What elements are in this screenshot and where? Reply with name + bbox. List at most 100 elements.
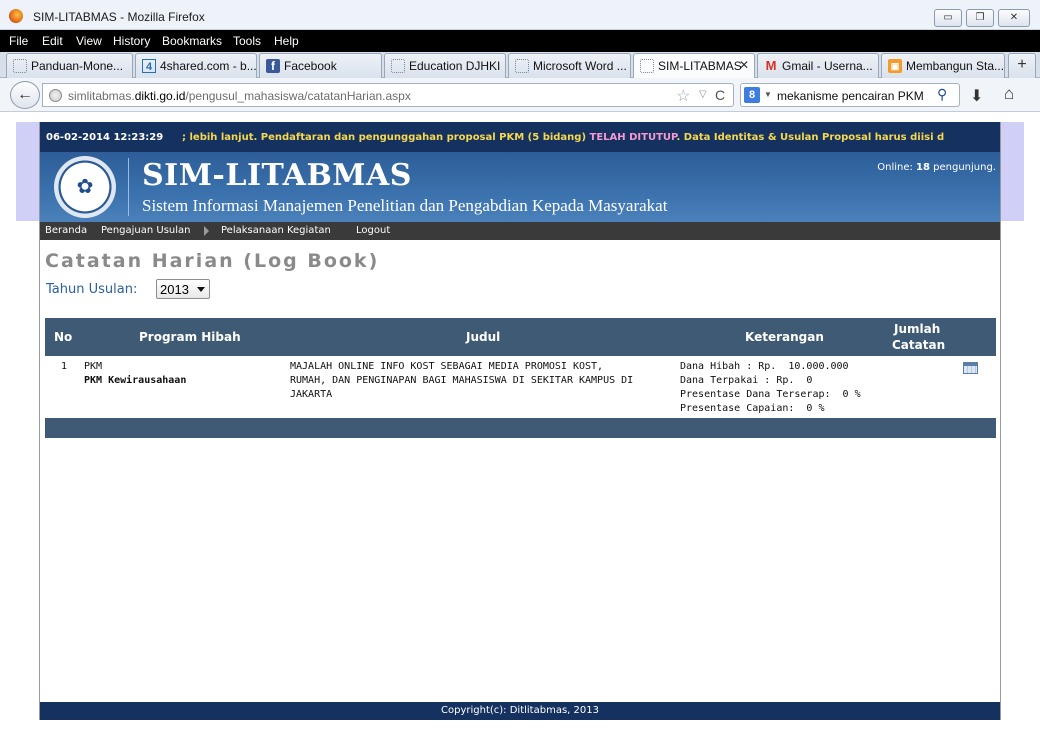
nav-pengajuan-usulan[interactable]: Pengajuan Usulan [101,225,191,236]
tab-microsoft-word[interactable]: Microsoft Word ... [508,53,631,78]
tab-label: Facebook [284,59,337,73]
menu-bookmarks[interactable]: Bookmarks [162,34,222,48]
google-icon[interactable]: 8 [744,87,760,103]
tab-label: Gmail - Userna... [782,59,873,73]
site-footer: Copyright(c): Ditlitabmas, 2013 [40,702,1000,720]
table-header: No Program Hibah Judul Keterangan Jumlah… [45,318,996,356]
facebook-icon: f [266,59,280,73]
tut-wuri-handayani-logo: ✿ [54,156,116,218]
globe-icon [49,89,62,102]
home-icon[interactable]: ⌂ [1004,84,1014,104]
tab-panduan[interactable]: Panduan-Mone... [6,53,133,78]
menu-view[interactable]: View [76,34,102,48]
back-arrow-icon: ← [17,86,33,103]
row-program: PKM [84,361,103,372]
online-counter: Online: 18 pengunjung. [877,162,996,173]
row-judul-line-2: RUMAH, DAN PENGINAPAN BAGI MAHASISWA DI … [290,375,634,386]
new-tab-button[interactable]: + [1008,53,1036,78]
row-judul-line-3: JAKARTA [290,389,333,400]
history-dropdown-icon[interactable]: ▽ [699,89,707,100]
banner-divider [128,158,129,216]
header-judul: Judul [466,330,501,344]
year-select-value: 2013 [160,282,189,297]
close-tab-icon[interactable]: ✕ [739,58,749,72]
maximize-button[interactable]: ❐ [966,9,994,27]
logo-emblem-icon: ✿ [76,176,94,198]
window-title: SIM-LITABMAS - Mozilla Firefox [33,10,205,24]
tab-gmail[interactable]: M Gmail - Userna... [757,53,879,78]
tab-4shared[interactable]: 4 4shared.com - b... [135,53,257,78]
tab-label: 4shared.com - b... [160,59,257,73]
tab-label: Membangun Sta... [906,59,1005,73]
menu-bar: File Edit View History Bookmarks Tools H… [0,30,1040,52]
page-title: Catatan Harian (Log Book) [45,250,380,272]
header-keterangan: Keterangan [745,330,824,344]
header-catatan: Catatan [892,338,946,352]
site-navigation: Beranda Pengajuan Usulan Pelaksanaan Keg… [40,222,1000,240]
close-window-button[interactable]: ✕ [998,9,1030,27]
blank-page-icon [515,59,529,73]
menu-file[interactable]: File [9,34,28,48]
plus-icon: + [1017,56,1027,73]
download-icon[interactable]: ⬇ [970,86,983,106]
menu-help[interactable]: Help [274,34,299,48]
submenu-arrow-icon [204,226,209,236]
nav-pelaksanaan-kegiatan[interactable]: Pelaksanaan Kegiatan [221,225,331,236]
header-jumlah: Jumlah [894,322,941,336]
year-label: Tahun Usulan: [46,282,138,297]
minimize-icon: ▭ [943,12,953,23]
row-dana-hibah: Dana Hibah : Rp. 10.000.000 [680,361,849,372]
search-box[interactable]: 8 ▼ mekanisme pencairan PKM ⚲ [740,83,960,107]
site-banner: ✿ SIM-LITABMAS Sistem Informasi Manajeme… [40,152,1000,222]
announcement-bar: 06-02-2014 12:23:29 ; lebih lanjut. Pend… [40,122,1000,152]
menu-history[interactable]: History [113,34,150,48]
table-footer [45,418,996,438]
chevron-down-icon [197,287,205,292]
minimize-button[interactable]: ▭ [934,9,962,27]
blank-page-icon [13,59,27,73]
nav-beranda[interactable]: Beranda [45,225,87,236]
main-content: Catatan Harian (Log Book) Tahun Usulan: … [40,240,1000,702]
year-select[interactable]: 2013 [156,279,210,299]
site-subtitle: Sistem Informasi Manajemen Penelitian da… [142,196,668,215]
tab-facebook[interactable]: f Facebook [259,53,382,78]
row-dana-terpakai: Dana Terpakai : Rp. 0 [680,375,813,386]
row-no: 1 [61,361,68,372]
tab-label: Panduan-Mone... [31,59,124,73]
search-engine-dropdown-icon[interactable]: ▼ [764,90,772,99]
address-bar[interactable]: simlitabmas.dikti.go.id/pengusul_mahasis… [42,83,734,107]
tab-label: Education DJHKI [409,59,501,73]
row-judul-line-1: MAJALAH ONLINE INFO KOST SEBAGAI MEDIA P… [290,361,604,372]
gmail-icon: M [765,58,777,73]
blank-page-icon [640,59,654,73]
calendar-icon[interactable] [963,362,978,374]
menu-edit[interactable]: Edit [42,34,63,48]
header-no: No [54,330,73,344]
tab-label: SIM-LITABMAS [658,59,742,73]
tab-membangun[interactable]: ▣ Membangun Sta... [881,53,1005,78]
reload-icon[interactable]: C [715,87,725,103]
close-icon: ✕ [1009,12,1019,23]
server-datetime: 06-02-2014 12:23:29 [46,132,164,143]
tab-sim-litabmas[interactable]: SIM-LITABMAS ✕ [633,53,755,79]
row-subprogram: PKM Kewirausahaan [84,375,187,386]
tab-education-djhki[interactable]: Education DJHKI [384,53,506,78]
announcement-marquee: ; lebih lanjut. Pendaftaran dan pengungg… [182,132,945,143]
firefox-icon [9,9,23,23]
window-titlebar: SIM-LITABMAS - Mozilla Firefox ▭ ❐ ✕ [0,0,1040,30]
page-viewport: 06-02-2014 12:23:29 ; lebih lanjut. Pend… [0,113,1040,744]
blank-page-icon [391,59,405,73]
4shared-icon: 4 [142,59,156,73]
maximize-icon: ❐ [975,12,985,23]
search-icon[interactable]: ⚲ [937,86,947,103]
table-row: 1 PKM PKM Kewirausahaan MAJALAH ONLINE I… [45,356,996,418]
menu-tools[interactable]: Tools [233,34,261,48]
orange-site-icon: ▣ [888,59,902,73]
site-container: 06-02-2014 12:23:29 ; lebih lanjut. Pend… [39,122,1001,720]
address-url[interactable]: simlitabmas.dikti.go.id/pengusul_mahasis… [68,89,411,103]
search-input[interactable]: mekanisme pencairan PKM [777,89,924,103]
back-button[interactable]: ← [10,81,40,109]
bookmark-star-icon[interactable]: ☆ [676,86,690,106]
tab-bar: Panduan-Mone... 4 4shared.com - b... f F… [0,52,1040,79]
nav-logout[interactable]: Logout [356,225,390,236]
